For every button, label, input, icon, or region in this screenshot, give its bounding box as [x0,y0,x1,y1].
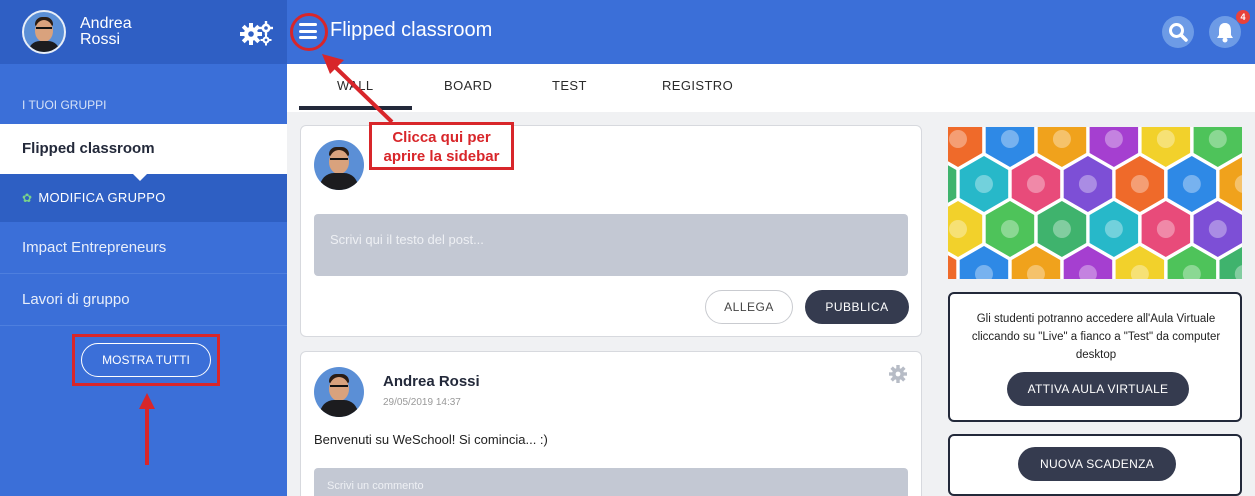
user-name[interactable]: Andrea Rossi [80,16,160,48]
annotation-line-2: aprire la sidebar [383,148,500,165]
search-button[interactable] [1162,16,1194,48]
annotation-arrow-up [139,393,155,465]
group-cover-image [948,127,1242,279]
tab-test[interactable]: TEST [552,78,587,93]
edit-group-label: MODIFICA GRUPPO [38,190,166,205]
search-icon [1169,23,1188,42]
gear-icon[interactable] [888,364,908,384]
gears-icon[interactable] [240,20,274,46]
gear-icon: ✿ [22,191,33,205]
avatar [314,140,364,190]
post-timestamp: 29/05/2019 14:37 [383,397,461,408]
annotation-line-1: Clicca qui per [392,129,491,146]
menu-icon[interactable] [299,23,317,39]
sidebar-item-impact-entrepreneurs[interactable]: Impact Entrepreneurs [0,222,287,274]
notification-badge: 4 [1236,10,1250,24]
page-title: Flipped classroom [330,19,493,41]
annotation-arrow [322,54,394,124]
sidebar: Andrea Rossi I TUOI GRUPPI Flipped class… [0,0,287,496]
comment-input[interactable]: Scrivi un commento [314,468,908,496]
annotation-callout: Clicca qui per aprire la sidebar [369,122,514,170]
publish-button[interactable]: PUBBLICA [805,290,909,324]
sidebar-item-current-group[interactable]: Flipped classroom [0,124,287,181]
avatar[interactable] [22,10,66,54]
top-bar: Flipped classroom 4 [287,0,1255,64]
sidebar-item-lavori-di-gruppo[interactable]: Lavori di gruppo [0,274,287,326]
annotation-highlight-box: MOSTRA TUTTI [72,334,220,386]
activate-virtual-classroom-button[interactable]: ATTIVA AULA VIRTUALE [1007,372,1189,406]
edit-group-button[interactable]: ✿ MODIFICA GRUPPO [0,174,287,222]
show-all-button[interactable]: MOSTRA TUTTI [81,343,211,377]
post-body: Benvenuti su WeSchool! Si comincia... :) [314,432,548,447]
groups-section-label: I TUOI GRUPPI [22,98,107,112]
virtual-classroom-info: Gli studenti potranno accedere all'Aula … [971,313,1221,361]
tab-bar: WALL BOARD TEST REGISTRO [287,64,1255,112]
sidebar-header: Andrea Rossi [0,0,287,64]
new-deadline-button[interactable]: NUOVA SCADENZA [1018,447,1176,481]
post-author[interactable]: Andrea Rossi [383,373,480,390]
tab-registro[interactable]: REGISTRO [662,78,733,93]
attach-button[interactable]: ALLEGA [705,290,793,324]
avatar [314,367,364,417]
post-text-input[interactable]: Scrivi qui il testo del post... [314,214,908,276]
virtual-classroom-card: Gli studenti potranno accedere all'Aula … [948,292,1242,422]
tab-board[interactable]: BOARD [444,78,492,93]
post-card: Andrea Rossi 29/05/2019 14:37 Benvenuti … [300,351,922,496]
deadline-card: NUOVA SCADENZA [948,434,1242,496]
